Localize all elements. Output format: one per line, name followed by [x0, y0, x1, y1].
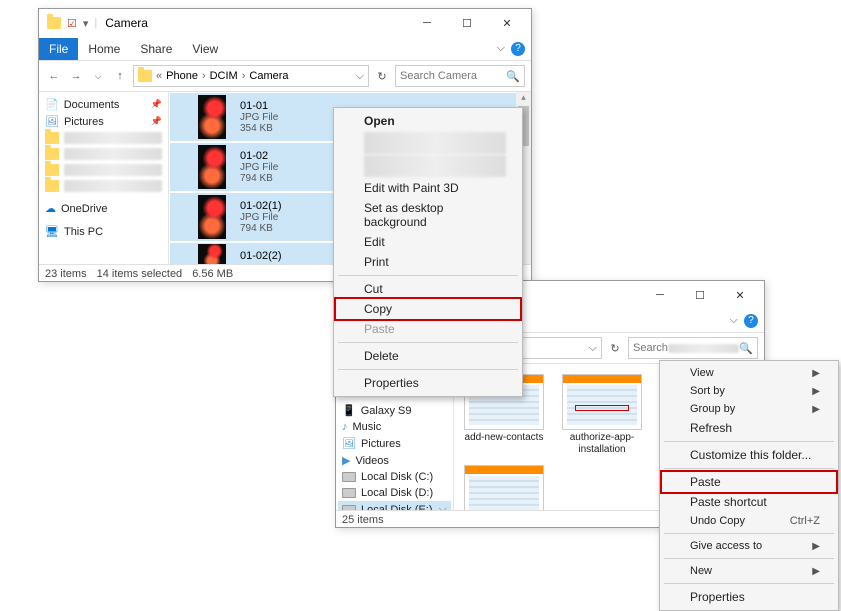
maximize-button[interactable]: ☐: [447, 11, 487, 35]
menu-blurred[interactable]: [364, 155, 506, 177]
menu-paste[interactable]: Paste: [336, 319, 520, 339]
ribbon: File Home Share View ⌵ ?: [39, 37, 531, 61]
ribbon-chevron-icon[interactable]: ⌵: [730, 314, 738, 327]
titlebar: ☑ ▾ | Camera ─ ☐ ✕: [39, 9, 531, 37]
nav-videos[interactable]: ▶Videos: [338, 452, 451, 469]
menu-separator: [664, 558, 834, 559]
menu-sortby[interactable]: Sort by▶: [662, 382, 836, 400]
nav-pictures[interactable]: 🖼Pictures: [338, 435, 451, 452]
file-thumbnail: [198, 145, 226, 189]
refresh-button[interactable]: ↻: [606, 339, 624, 357]
minimize-button[interactable]: ─: [407, 11, 447, 35]
menu-separator: [664, 441, 834, 442]
maximize-button[interactable]: ☐: [680, 283, 720, 307]
menu-separator: [338, 342, 518, 343]
file-thumbnail: [464, 465, 544, 510]
menu-separator: [664, 468, 834, 469]
context-menu-blank: View▶ Sort by▶ Group by▶ Refresh Customi…: [659, 360, 839, 611]
nav-blurred[interactable]: [41, 130, 166, 146]
status-count: 25 items: [342, 514, 384, 526]
file-thumbnail: [198, 95, 226, 139]
context-menu-file: Open Edit with Paint 3D Set as desktop b…: [333, 107, 523, 397]
menu-cut[interactable]: Cut: [336, 279, 520, 299]
tab-view[interactable]: View: [182, 38, 228, 60]
search-icon: 🔍: [506, 70, 520, 83]
tab-share[interactable]: Share: [130, 38, 182, 60]
search-placeholder: Search: [633, 342, 668, 354]
search-icon: 🔍: [739, 342, 753, 355]
status-count: 23 items: [45, 268, 87, 280]
nav-galaxy[interactable]: 📱Galaxy S9: [338, 402, 451, 419]
search-placeholder: Search Camera: [400, 70, 477, 82]
nav-locale[interactable]: Local Disk (E:)⌵: [338, 501, 451, 510]
menu-separator: [338, 275, 518, 276]
breadcrumb-item[interactable]: DCIM: [210, 70, 238, 82]
chevron-down-icon[interactable]: ⌵: [89, 67, 107, 85]
search-input[interactable]: Search 🔍: [628, 337, 758, 359]
forward-button[interactable]: →: [67, 67, 85, 85]
menu-new[interactable]: New▶: [662, 562, 836, 580]
minimize-button[interactable]: ─: [640, 283, 680, 307]
menu-paste-shortcut[interactable]: Paste shortcut: [662, 492, 836, 512]
menu-delete[interactable]: Delete: [336, 346, 520, 366]
file-item[interactable]: [460, 465, 548, 510]
tab-home[interactable]: Home: [78, 38, 130, 60]
nav-pictures[interactable]: 🖼Pictures📌: [41, 113, 166, 130]
menu-refresh[interactable]: Refresh: [662, 418, 836, 438]
folder-app-icon: [47, 17, 61, 29]
ribbon-chevron-icon[interactable]: ⌵: [497, 42, 505, 55]
nav-localc[interactable]: Local Disk (C:): [338, 469, 451, 485]
up-button[interactable]: ↑: [111, 67, 129, 85]
window-title: Camera: [105, 16, 148, 30]
menu-undo-copy[interactable]: Undo CopyCtrl+Z: [662, 512, 836, 530]
file-thumbnail: [198, 195, 226, 239]
file-thumbnail: [198, 244, 226, 264]
file-thumbnail: [562, 374, 642, 430]
qat-sep: |: [94, 17, 97, 29]
folder-icon: [138, 70, 152, 82]
nav-music[interactable]: ♪Music: [338, 419, 451, 435]
menu-properties[interactable]: Properties: [662, 587, 836, 607]
nav-pane: 📄Documents📌 🖼Pictures📌 ☁OneDrive 🖥This P…: [39, 92, 169, 264]
back-button[interactable]: ←: [45, 67, 63, 85]
menu-paste[interactable]: Paste: [660, 470, 838, 494]
nav-onedrive[interactable]: ☁OneDrive: [41, 200, 166, 217]
search-input[interactable]: Search Camera 🔍: [395, 65, 525, 87]
menu-edit[interactable]: Edit: [336, 232, 520, 252]
menu-separator: [338, 369, 518, 370]
menu-open[interactable]: Open: [336, 111, 520, 131]
breadcrumb-item[interactable]: Phone: [166, 70, 198, 82]
nav-documents[interactable]: 📄Documents📌: [41, 96, 166, 113]
nav-blurred[interactable]: [41, 162, 166, 178]
menu-edit-paint3d[interactable]: Edit with Paint 3D: [336, 178, 520, 198]
help-icon[interactable]: ?: [511, 42, 525, 56]
menu-customize[interactable]: Customize this folder...: [662, 445, 836, 465]
nav-blurred[interactable]: [41, 146, 166, 162]
nav-thispc[interactable]: 🖥This PC: [41, 223, 166, 240]
menu-properties[interactable]: Properties: [336, 373, 520, 393]
breadcrumb-item[interactable]: Camera: [249, 70, 288, 82]
help-icon[interactable]: ?: [744, 314, 758, 328]
close-button[interactable]: ✕: [720, 283, 760, 307]
menu-separator: [664, 533, 834, 534]
close-button[interactable]: ✕: [487, 11, 527, 35]
menu-groupby[interactable]: Group by▶: [662, 400, 836, 418]
menu-print[interactable]: Print: [336, 252, 520, 272]
qat-icon[interactable]: ▾: [83, 17, 89, 30]
menu-give-access[interactable]: Give access to▶: [662, 537, 836, 555]
nav-blurred[interactable]: [41, 178, 166, 194]
status-selected: 14 items selected: [97, 268, 183, 280]
status-size: 6.56 MB: [192, 268, 233, 280]
file-item[interactable]: authorize-app-installation: [558, 374, 646, 455]
nav-locald[interactable]: Local Disk (D:): [338, 485, 451, 501]
menu-copy[interactable]: Copy: [334, 297, 522, 321]
menu-set-bg[interactable]: Set as desktop background: [336, 198, 520, 232]
qat-icon[interactable]: ☑: [67, 17, 77, 30]
menu-blurred[interactable]: [364, 132, 506, 154]
menu-view[interactable]: View▶: [662, 364, 836, 382]
address-bar-row: ← → ⌵ ↑ « Phone› DCIM› Camera ⌵ ↻ Search…: [39, 61, 531, 92]
tab-file[interactable]: File: [39, 38, 78, 60]
refresh-button[interactable]: ↻: [373, 67, 391, 85]
breadcrumb[interactable]: « Phone› DCIM› Camera ⌵: [133, 65, 369, 87]
